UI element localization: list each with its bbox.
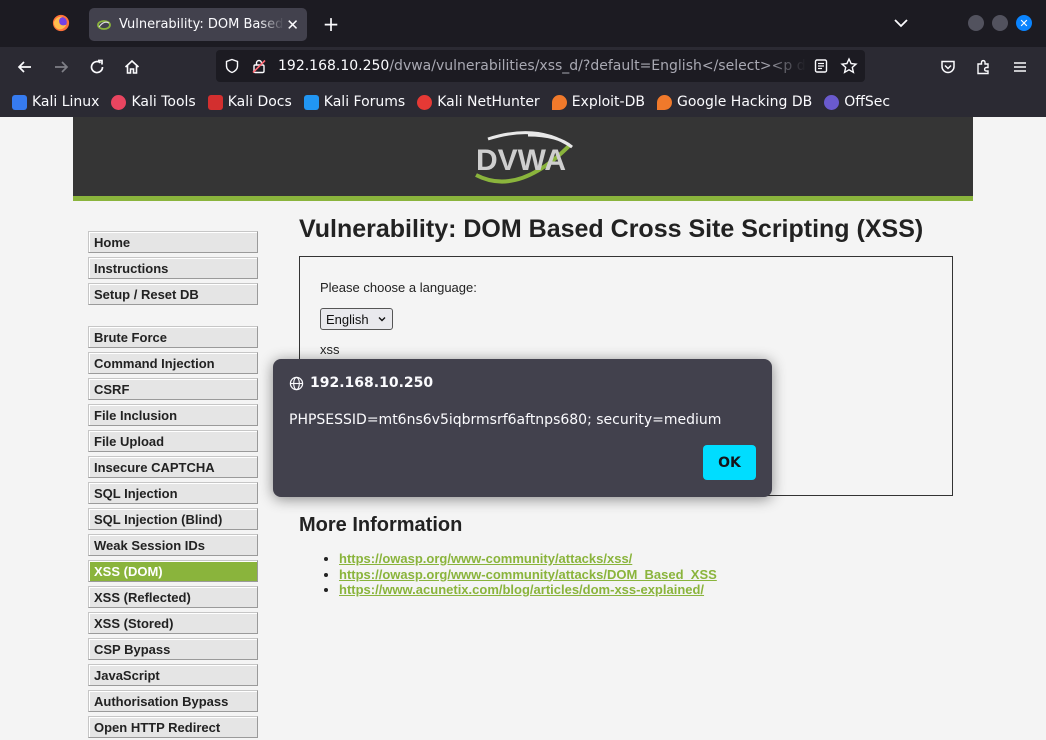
bookmark-kali-linux[interactable]: Kali Linux <box>12 94 99 110</box>
kali-tools-icon <box>111 94 127 110</box>
menu-item-csp-bypass[interactable]: CSP Bypass <box>88 638 258 660</box>
language-select[interactable]: English <box>320 308 393 330</box>
dvwa-favicon-icon <box>97 19 111 30</box>
language-select-value: English <box>326 311 369 327</box>
bookmark-label: Kali Forums <box>323 94 406 110</box>
nethunter-icon <box>417 94 433 110</box>
bookmark-label: Kali Tools <box>131 94 196 110</box>
bookmark-kali-tools[interactable]: Kali Tools <box>111 94 196 110</box>
bookmark-label: Exploit-DB <box>571 94 645 110</box>
menu-item-command-injection[interactable]: Command Injection <box>88 352 258 374</box>
dialog-origin-host: 192.168.10.250 <box>310 375 434 391</box>
list-item: https://www.acunetix.com/blog/articles/d… <box>339 582 954 598</box>
menu-item-javascript[interactable]: JavaScript <box>88 664 258 686</box>
menu-divider <box>88 309 258 326</box>
bookmark-offsec[interactable]: OffSec <box>824 94 890 110</box>
page-title: Vulnerability: DOM Based Cross Site Scri… <box>299 215 924 243</box>
bookmark-label: Kali Linux <box>32 94 100 110</box>
offsec-icon <box>824 94 840 110</box>
ok-button[interactable]: OK <box>703 445 756 480</box>
list-item: https://owasp.org/www-community/attacks/… <box>339 551 954 567</box>
dialog-origin: 192.168.10.250 <box>289 375 433 391</box>
menu-item-xss-dom[interactable]: XSS (DOM) <box>88 560 258 582</box>
list-item: https://owasp.org/www-community/attacks/… <box>339 567 954 583</box>
menu-item-file-upload[interactable]: File Upload <box>88 430 258 452</box>
menu-item-instructions[interactable]: Instructions <box>88 257 258 279</box>
bookmark-label: OffSec <box>844 94 891 110</box>
kali-forums-icon <box>303 94 319 110</box>
bookmark-star-icon[interactable] <box>840 57 858 75</box>
logo-text: DVWA <box>476 144 566 177</box>
new-tab-icon[interactable]: + <box>320 12 342 36</box>
tab-bar: Vulnerability: DOM Based Cross Site Scri… <box>0 0 1046 47</box>
alert-dialog: 192.168.10.250 PHPSESSID=mt6ns6v5iqbrmsr… <box>273 359 772 497</box>
link-owasp-xss[interactable]: https://owasp.org/www-community/attacks/… <box>339 551 632 566</box>
kali-dragon-icon <box>12 94 27 110</box>
bookmark-kali-nethunter[interactable]: Kali NetHunter <box>417 94 540 110</box>
home-icon[interactable] <box>121 56 143 78</box>
dialog-message: PHPSESSID=mt6ns6v5iqbrmsrf6aftnps680; se… <box>289 412 722 428</box>
extensions-icon[interactable] <box>973 56 995 78</box>
ghdb-icon <box>656 94 672 110</box>
shield-icon[interactable] <box>224 58 240 74</box>
injected-paragraph: xss <box>320 342 340 357</box>
menu-item-insecure-captcha[interactable]: Insecure CAPTCHA <box>88 456 258 478</box>
bookmark-label: Kali Docs <box>227 94 292 110</box>
back-icon[interactable] <box>14 56 36 78</box>
menu-item-sql-injection-blind[interactable]: SQL Injection (Blind) <box>88 508 258 530</box>
more-info-links: https://owasp.org/www-community/attacks/… <box>339 551 954 598</box>
more-info-heading: More Information <box>299 514 463 536</box>
menu-item-authorisation-bypass[interactable]: Authorisation Bypass <box>88 690 258 712</box>
insecure-lock-icon[interactable] <box>251 58 267 74</box>
menu-item-csrf[interactable]: CSRF <box>88 378 258 400</box>
close-window-icon[interactable]: ✕ <box>1016 15 1032 31</box>
bookmark-exploit-db[interactable]: Exploit-DB <box>551 94 645 110</box>
forward-icon[interactable] <box>50 56 72 78</box>
menu-item-xss-reflected[interactable]: XSS (Reflected) <box>88 586 258 608</box>
reload-icon[interactable] <box>86 56 108 78</box>
navigation-toolbar: 192.168.10.250/dvwa/vulnerabilities/xss_… <box>0 47 1046 87</box>
link-acunetix-dom-xss[interactable]: https://www.acunetix.com/blog/articles/d… <box>339 582 704 597</box>
dvwa-logo: DVWA <box>475 131 573 184</box>
exploit-db-icon <box>551 94 567 110</box>
menu-icon[interactable] <box>1009 56 1031 78</box>
menu-item-home[interactable]: Home <box>88 231 258 253</box>
menu-item-brute-force[interactable]: Brute Force <box>88 326 258 348</box>
pocket-icon[interactable] <box>937 56 959 78</box>
bookmark-kali-docs[interactable]: Kali Docs <box>207 94 292 110</box>
dvwa-header: DVWA <box>73 117 973 201</box>
bookmark-label: Kali NetHunter <box>437 94 540 110</box>
active-tab[interactable]: Vulnerability: DOM Based Cross Site Scri… <box>89 8 307 41</box>
globe-icon <box>289 376 304 390</box>
language-label: Please choose a language: <box>320 280 477 295</box>
tab-title: Vulnerability: DOM Based Cross Site Scri… <box>119 17 284 32</box>
bookmark-kali-forums[interactable]: Kali Forums <box>303 94 406 110</box>
maximize-window-icon[interactable] <box>992 15 1008 31</box>
url-host: 192.168.10.250 <box>278 58 390 74</box>
menu-item-setup-reset-db[interactable]: Setup / Reset DB <box>88 283 258 305</box>
close-tab-icon[interactable]: ✕ <box>286 16 299 34</box>
firefox-icon[interactable] <box>52 14 70 32</box>
menu-item-sql-injection[interactable]: SQL Injection <box>88 482 258 504</box>
url-text[interactable]: 192.168.10.250/dvwa/vulnerabilities/xss_… <box>278 58 806 74</box>
minimize-window-icon[interactable] <box>968 15 984 31</box>
url-path: /dvwa/vulnerabilities/xss_d/?default=Eng… <box>389 58 806 74</box>
bookmark-google-hacking-db[interactable]: Google Hacking DB <box>656 94 813 110</box>
link-owasp-dom-xss[interactable]: https://owasp.org/www-community/attacks/… <box>339 567 717 582</box>
menu-item-file-inclusion[interactable]: File Inclusion <box>88 404 258 426</box>
chevron-down-icon[interactable] <box>892 14 910 32</box>
dvwa-sidebar-menu: Home Instructions Setup / Reset DB Brute… <box>88 231 258 740</box>
menu-item-open-http-redirect[interactable]: Open HTTP Redirect <box>88 716 258 738</box>
reader-view-icon[interactable] <box>813 58 829 74</box>
menu-item-weak-session-ids[interactable]: Weak Session IDs <box>88 534 258 556</box>
bookmark-label: Google Hacking DB <box>676 94 813 110</box>
chevron-down-icon <box>378 317 386 322</box>
menu-item-xss-stored[interactable]: XSS (Stored) <box>88 612 258 634</box>
bookmarks-toolbar: Kali Linux Kali Tools Kali Docs Kali For… <box>0 87 1046 117</box>
kali-docs-icon <box>207 94 223 110</box>
url-bar[interactable]: 192.168.10.250/dvwa/vulnerabilities/xss_… <box>216 50 865 82</box>
